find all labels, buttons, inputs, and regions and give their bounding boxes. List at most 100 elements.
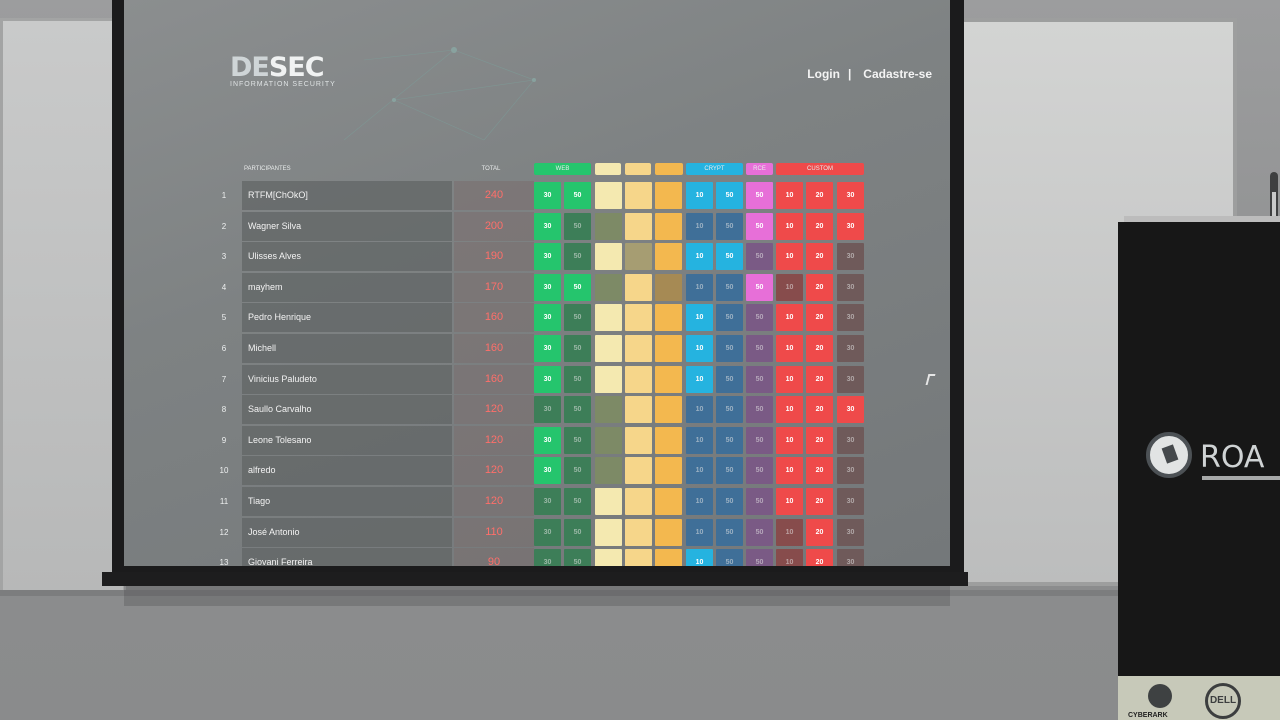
challenge-cell: 10 <box>776 243 803 271</box>
challenge-cell: 50 <box>746 182 773 209</box>
challenge-cell <box>625 335 652 362</box>
challenge-cell: 30 <box>837 396 864 424</box>
participant-name: Pedro Henrique <box>242 303 452 333</box>
challenge-cell: 50 <box>564 518 591 546</box>
row-rank: 10 <box>219 466 229 476</box>
challenge-cell: 30 <box>534 549 561 566</box>
challenge-cell: 10 <box>776 335 803 362</box>
challenge-cell <box>655 457 682 485</box>
challenge-cell <box>595 549 622 566</box>
participant-total: 120 <box>454 456 534 486</box>
participant-name: Tiago <box>242 487 452 516</box>
participant-name: José Antonio <box>242 517 452 547</box>
challenge-cell <box>625 549 652 566</box>
challenge-cell: 10 <box>686 549 713 566</box>
banner-brand-text: ROA <box>1200 440 1265 475</box>
challenge-cell: 30 <box>534 212 561 240</box>
challenge-cell: 30 <box>837 457 864 485</box>
challenge-cell: 10 <box>686 396 713 424</box>
challenge-cell: 30 <box>837 243 864 271</box>
challenge-cell <box>655 488 682 515</box>
participant-name: Wagner Silva <box>242 211 452 241</box>
challenge-cell: 30 <box>837 273 864 301</box>
participant-total: 120 <box>454 395 534 425</box>
challenge-cell <box>595 304 622 332</box>
challenge-cell <box>655 549 682 566</box>
participant-total: 120 <box>454 425 534 455</box>
desec-logo[interactable]: DESEC INFORMATION SECURITY <box>230 52 336 88</box>
challenge-cell: 50 <box>746 488 773 515</box>
challenge-cell <box>595 426 622 454</box>
header-category-3 <box>655 163 683 175</box>
challenge-cell: 50 <box>564 488 591 515</box>
participant-name: alfredo <box>242 456 452 486</box>
whiteboard-left <box>0 18 126 596</box>
row-rank: 13 <box>219 558 229 566</box>
challenge-cell <box>655 243 682 271</box>
challenge-cell: 10 <box>776 212 803 240</box>
row-rank: 3 <box>221 252 227 262</box>
challenge-cell: 30 <box>534 304 561 332</box>
challenge-cell: 20 <box>806 182 833 209</box>
challenge-cell: 50 <box>564 426 591 454</box>
participant-total: 110 <box>454 517 534 547</box>
challenge-cell: 10 <box>686 365 713 393</box>
challenge-cell: 30 <box>534 335 561 362</box>
challenge-cell: 50 <box>716 212 743 240</box>
challenge-cell: 30 <box>534 182 561 209</box>
challenge-cell: 20 <box>806 457 833 485</box>
header-rce: RCE <box>746 163 773 175</box>
challenge-cell: 10 <box>686 304 713 332</box>
challenge-cell: 10 <box>776 518 803 546</box>
participant-total: 160 <box>454 303 534 333</box>
sponsor-cyberark: CYBERARK <box>1128 712 1168 719</box>
participant-name: mayhem <box>242 272 452 302</box>
challenge-cell: 10 <box>776 365 803 393</box>
challenge-cell: 30 <box>837 335 864 362</box>
challenge-cell <box>595 335 622 362</box>
challenge-cell: 50 <box>746 212 773 240</box>
challenge-cell: 30 <box>837 549 864 566</box>
challenge-cell: 10 <box>776 488 803 515</box>
challenge-cell: 20 <box>806 518 833 546</box>
challenge-cell: 30 <box>534 488 561 515</box>
challenge-cell: 20 <box>806 273 833 301</box>
top-nav: Login | Cadastre-se <box>803 67 932 81</box>
challenge-cell: 20 <box>806 488 833 515</box>
challenge-cell: 20 <box>806 304 833 332</box>
row-rank: 8 <box>221 405 227 415</box>
challenge-cell: 20 <box>806 212 833 240</box>
participant-name: RTFM[ChOkO] <box>242 181 452 210</box>
nav-separator: | <box>847 67 852 81</box>
participant-total: 160 <box>454 334 534 363</box>
challenge-cell: 50 <box>746 304 773 332</box>
header-total: TOTAL <box>481 166 501 172</box>
challenge-cell: 50 <box>564 365 591 393</box>
row-rank: 2 <box>221 221 227 231</box>
row-rank: 4 <box>221 282 227 292</box>
challenge-cell: 50 <box>716 426 743 454</box>
challenge-cell <box>655 426 682 454</box>
screen-bottom-bar <box>102 572 968 586</box>
row-rank: 9 <box>221 435 227 445</box>
challenge-cell: 10 <box>776 304 803 332</box>
challenge-cell: 10 <box>776 396 803 424</box>
login-link[interactable]: Login <box>807 67 840 81</box>
challenge-cell <box>655 518 682 546</box>
challenge-cell: 10 <box>686 182 713 209</box>
challenge-cell: 20 <box>806 335 833 362</box>
challenge-cell: 10 <box>686 518 713 546</box>
challenge-cell: 50 <box>746 335 773 362</box>
participant-name: Leone Tolesano <box>242 425 452 455</box>
challenge-cell <box>625 518 652 546</box>
participant-total: 190 <box>454 242 534 272</box>
challenge-cell: 50 <box>716 396 743 424</box>
challenge-cell: 10 <box>686 243 713 271</box>
challenge-cell: 30 <box>534 396 561 424</box>
challenge-cell: 50 <box>746 273 773 301</box>
challenge-cell: 50 <box>716 273 743 301</box>
signup-link[interactable]: Cadastre-se <box>863 67 932 81</box>
challenge-cell: 30 <box>837 426 864 454</box>
challenge-cell: 20 <box>806 549 833 566</box>
challenge-cell <box>625 304 652 332</box>
